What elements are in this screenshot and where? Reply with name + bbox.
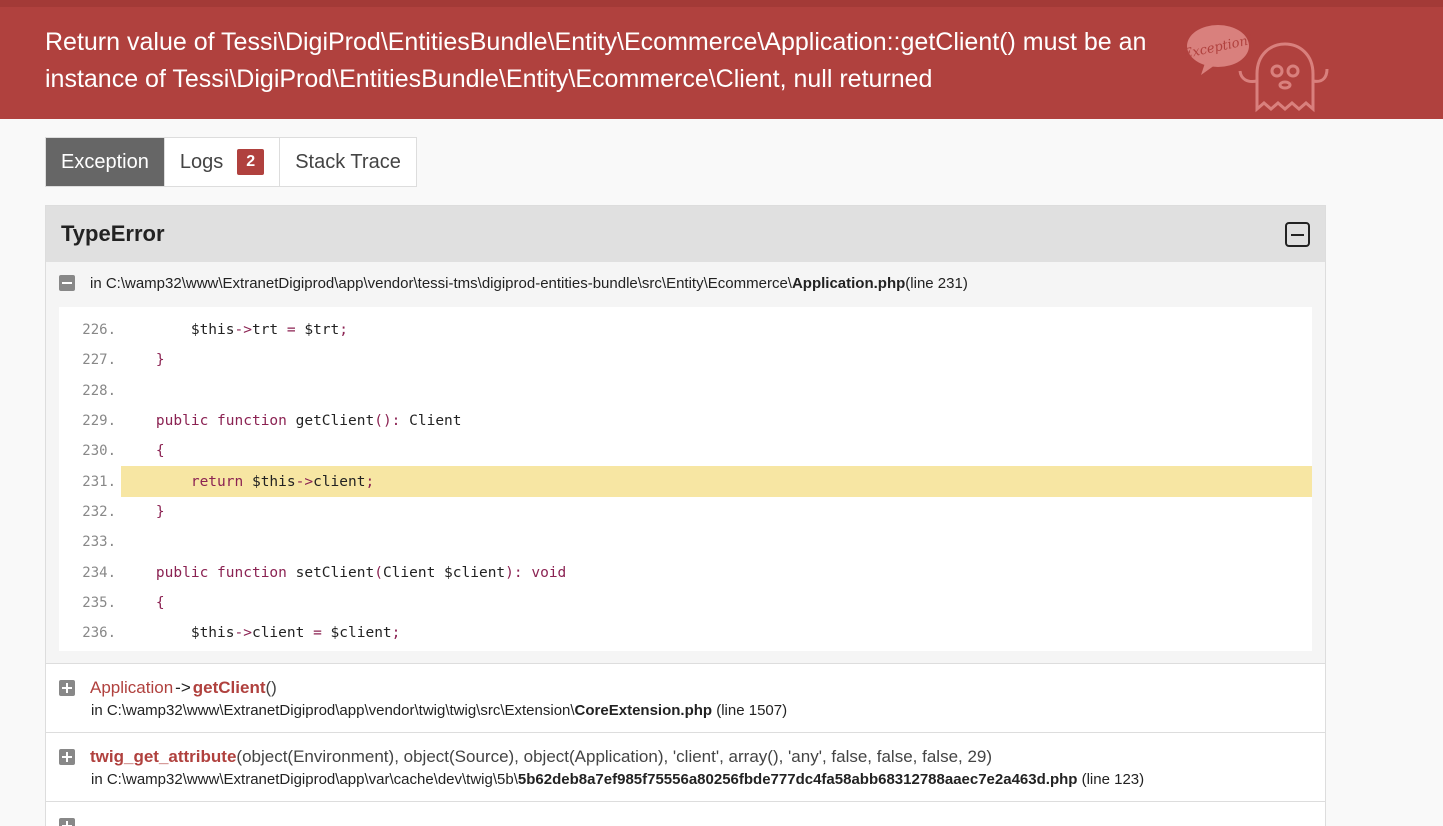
code-text: return $this -> client;: [121, 466, 1312, 497]
code-line: 236. $this -> client = $client;: [59, 618, 1312, 648]
trace-item: twig_get_attribute (object(Environment), …: [46, 733, 1325, 803]
trace-call: [59, 814, 1312, 826]
exception-message: Return value of Tessi\DigiProd\EntitiesB…: [45, 28, 1147, 93]
code-text: public function getClient(): Client: [155, 413, 462, 430]
code-line: 232. }: [59, 497, 1312, 527]
plus-icon[interactable]: [59, 680, 75, 697]
tab-logs[interactable]: Logs 2: [165, 138, 281, 186]
trace-call: Application -> getClient(): [59, 676, 1312, 700]
code-line: 233.: [59, 527, 1312, 557]
code-excerpt: 226. $this -> trt = $trt; 227. } 228. 229. pu…: [59, 307, 1312, 652]
exception-class: TypeError: [61, 221, 165, 246]
trace-file: in C:\wamp32\www\ExtranetDigiprod\app\va…: [59, 769, 1312, 791]
trace-arrow: ->: [175, 678, 191, 698]
code-line: 230. {: [59, 436, 1312, 466]
code-line: 226. $this -> trt = $trt;: [59, 315, 1312, 345]
tab-logs-label: Logs: [179, 150, 224, 173]
exception-panel: TypeError in C:\wamp32\www\ExtranetDigip…: [45, 205, 1326, 826]
trace-filename: 5b62deb8a7ef985f75556a80256fbde777dc4fa5…: [517, 771, 1078, 789]
code-line: 228.: [59, 376, 1312, 406]
line-number: 231.: [82, 473, 116, 490]
tab-bar: Exception Logs 2 Stack Trace: [45, 137, 417, 187]
exception-header: Return value of Tessi\DigiProd\EntitiesB…: [0, 0, 1443, 119]
line-number: 230.: [82, 443, 116, 460]
main-trace-file: in C:\wamp32\www\ExtranetDigiprod\app\ve…: [59, 270, 1312, 296]
exception-panel-header: TypeError: [46, 206, 1325, 262]
code-line: 235. {: [59, 588, 1312, 618]
trace-file-prefix: in C:\wamp32\www\ExtranetDigiprod\app\ve…: [91, 702, 575, 720]
line-number: 226.: [82, 322, 116, 339]
tab-stack-trace-label: Stack Trace: [295, 150, 401, 173]
trace-item-partial: [46, 802, 1325, 826]
tab-stack-trace[interactable]: Stack Trace: [280, 138, 416, 186]
line-number: 228.: [82, 382, 116, 399]
code-line: 227. }: [59, 345, 1312, 375]
main-trace-filename: Application.php: [791, 274, 906, 292]
line-number: 236.: [82, 625, 116, 642]
trace-file-prefix: in C:\wamp32\www\ExtranetDigiprod\app\va…: [91, 771, 518, 789]
logs-count-badge: 2: [237, 149, 265, 175]
trace-call: twig_get_attribute (object(Environment), …: [59, 745, 1312, 769]
tab-exception-label: Exception: [61, 150, 149, 173]
line-number: 227.: [82, 352, 116, 369]
code-text: public function setClient(Client $client…: [155, 564, 567, 581]
plus-icon[interactable]: [59, 818, 75, 826]
trace-method: twig_get_attribute: [90, 747, 237, 767]
trace-line: (line 1507): [712, 702, 788, 720]
line-number: 232.: [82, 503, 116, 520]
line-number: 234.: [82, 564, 116, 581]
line-number: 235.: [82, 594, 116, 611]
code-line-highlighted: 231. return $this -> client;: [59, 466, 1312, 497]
code-line: 229. public function getClient(): Client: [59, 406, 1312, 436]
collapse-icon[interactable]: [1285, 221, 1310, 247]
tab-exception[interactable]: Exception: [46, 138, 165, 186]
plus-icon[interactable]: [59, 749, 75, 766]
line-number: 229.: [82, 413, 116, 430]
main-trace-line: (line 231): [905, 274, 968, 292]
code-text: }: [155, 352, 165, 369]
trace-class: Application: [90, 678, 174, 698]
line-number: 233.: [82, 534, 116, 551]
code-text: {: [155, 594, 165, 611]
code-text: $this -> trt = $trt;: [121, 322, 349, 339]
main-trace-prefix: in C:\wamp32\www\ExtranetDigiprod\app\ve…: [90, 274, 792, 292]
trace-item: Application -> getClient() in C:\wamp32\ww…: [46, 664, 1325, 734]
trace-method: getClient: [192, 678, 266, 698]
code-text: {: [155, 443, 165, 460]
minus-icon[interactable]: [59, 275, 75, 291]
main-trace: in C:\wamp32\www\ExtranetDigiprod\app\ve…: [46, 262, 1325, 665]
trace-args: (object(Environment), object(Source), ob…: [236, 747, 993, 767]
trace-args: (): [265, 678, 277, 698]
code-text: }: [155, 503, 165, 520]
trace-file: in C:\wamp32\www\ExtranetDigiprod\app\ve…: [59, 700, 1312, 722]
code-text: $this -> client = $client;: [121, 625, 401, 642]
trace-line: (line 123): [1077, 771, 1145, 789]
code-line: 234. public function setClient(Client $c…: [59, 557, 1312, 587]
trace-filename: CoreExtension.php: [574, 702, 713, 720]
ghost-icon: Exception!: [1185, 25, 1329, 113]
